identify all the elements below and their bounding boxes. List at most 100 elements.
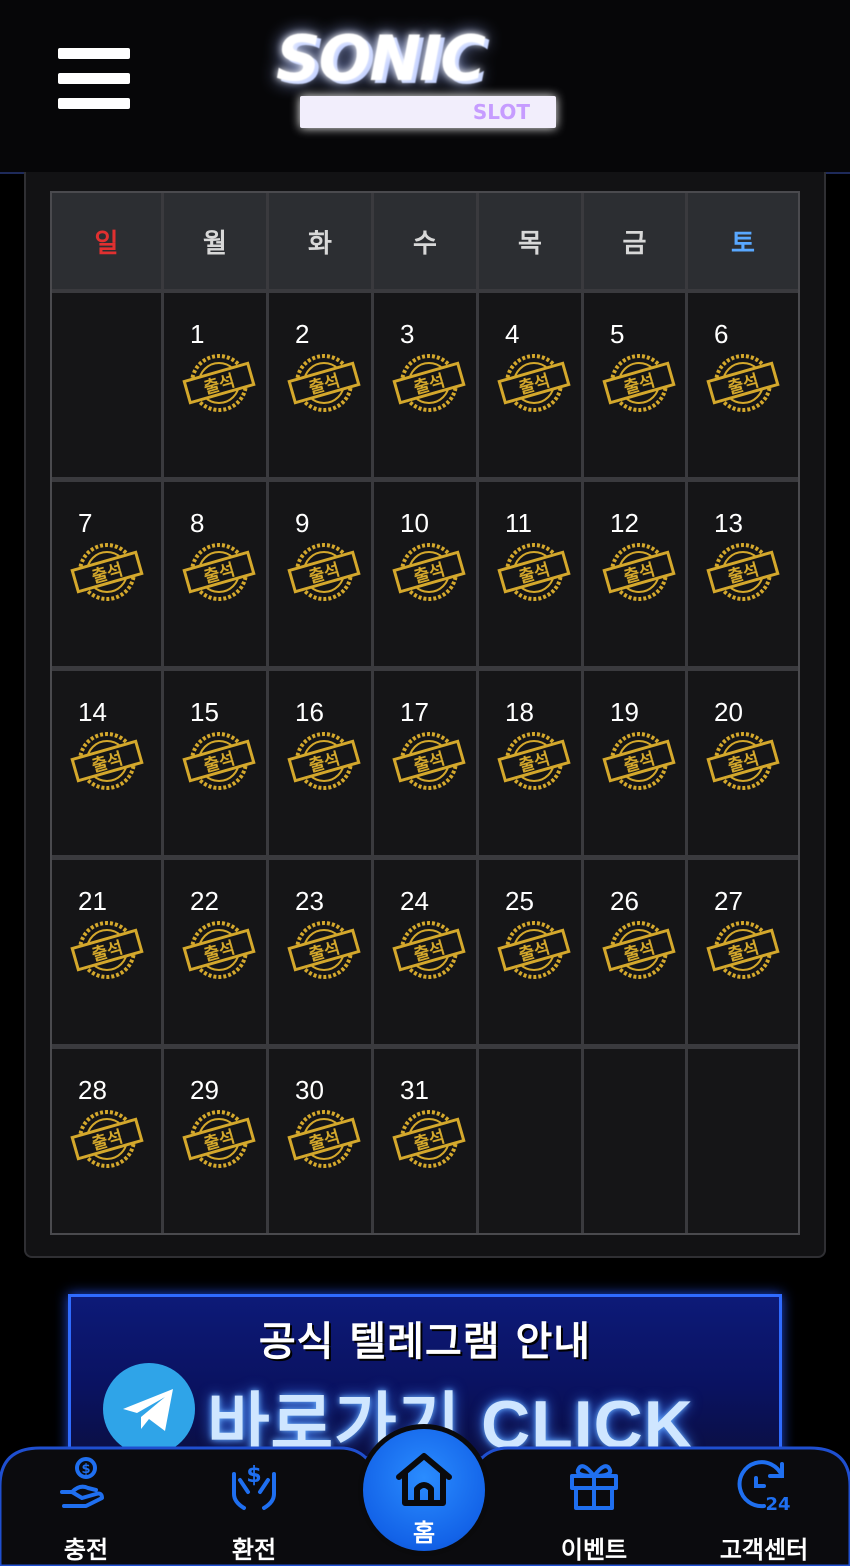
calendar-day-cell[interactable]: 18 출석 [479, 671, 581, 855]
day-number: 14 [78, 697, 107, 727]
attendance-stamp-icon: 출석 [70, 921, 144, 979]
withdraw-dollar-hands-icon: $ [232, 1463, 276, 1510]
calendar-day-cell[interactable]: 6 출석 [688, 293, 798, 477]
calendar-day-cell[interactable]: 4 출석 [479, 293, 581, 477]
calendar-day-cell[interactable]: 26 출석 [584, 860, 685, 1044]
day-number: 15 [190, 697, 219, 727]
day-number: 30 [295, 1075, 324, 1105]
day-number: 13 [714, 508, 743, 538]
calendar-day-cell[interactable]: 29 출석 [164, 1049, 266, 1233]
calendar-day-cell[interactable]: 8 출석 [164, 482, 266, 666]
day-number: 25 [505, 886, 534, 916]
attendance-stamp-icon: 출석 [287, 543, 361, 601]
calendar-day-cell[interactable]: 23 출석 [269, 860, 371, 1044]
attendance-stamp-icon: 출석 [392, 543, 466, 601]
calendar-day-cell[interactable]: 12 출석 [584, 482, 685, 666]
weekday-header: 월 [164, 193, 266, 289]
nav-home-button[interactable]: 홈 [358, 1424, 490, 1556]
attendance-stamp-icon: 출석 [706, 921, 780, 979]
attendance-stamp-icon: 출석 [287, 921, 361, 979]
day-number: 10 [400, 508, 429, 538]
calendar-day-cell[interactable]: 5 출석 [584, 293, 685, 477]
calendar-day-cell[interactable]: 22 출석 [164, 860, 266, 1044]
day-number: 9 [295, 508, 310, 538]
site-logo[interactable]: SONIC SLOT [276, 22, 580, 130]
calendar-day-cell[interactable]: 25 출석 [479, 860, 581, 1044]
calendar-day-cell[interactable]: 9 출석 [269, 482, 371, 666]
calendar-day-cell[interactable]: 13 출석 [688, 482, 798, 666]
calendar-day-cell[interactable]: 31 출석 [374, 1049, 476, 1233]
calendar-day-cell[interactable]: 3 출석 [374, 293, 476, 477]
attendance-stamp-icon: 출석 [182, 1110, 256, 1168]
calendar-day-cell[interactable]: 30 출석 [269, 1049, 371, 1233]
day-number: 6 [714, 319, 729, 349]
attendance-stamp-icon: 출석 [392, 921, 466, 979]
nav-deposit[interactable]: $ 충전 [16, 1446, 156, 1566]
nav-event-label: 이벤트 [560, 1536, 628, 1564]
day-number: 5 [610, 319, 625, 349]
nav-support-label: 고객센터 [719, 1536, 809, 1564]
top-header: SONIC SLOT [0, 0, 850, 174]
nav-withdraw[interactable]: $ 환전 [184, 1446, 324, 1566]
day-number: 7 [78, 508, 93, 538]
attendance-stamp-icon: 출석 [70, 543, 144, 601]
attendance-stamp-icon: 출석 [706, 354, 780, 412]
calendar-day-cell[interactable]: 28 출석 [52, 1049, 161, 1233]
day-number: 28 [78, 1075, 107, 1105]
day-number: 8 [190, 508, 205, 538]
day-number: 2 [295, 319, 310, 349]
weekday-header: 일 [52, 193, 161, 289]
weekday-header: 토 [688, 193, 798, 289]
day-number: 3 [400, 319, 415, 349]
calendar-empty-cell [688, 1049, 798, 1233]
calendar-day-cell[interactable]: 21 출석 [52, 860, 161, 1044]
logo-subtext: SLOT [300, 96, 556, 128]
attendance-stamp-icon: 출석 [70, 732, 144, 790]
nav-withdraw-label: 환전 [231, 1536, 277, 1564]
nav-support[interactable]: 24 고객센터 [694, 1446, 834, 1566]
calendar-day-cell[interactable]: 2 출석 [269, 293, 371, 477]
day-number: 16 [295, 697, 324, 727]
calendar-day-cell[interactable]: 10 출석 [374, 482, 476, 666]
logo-text: SONIC [276, 22, 486, 95]
calendar-day-cell[interactable]: 17 출석 [374, 671, 476, 855]
calendar-day-cell[interactable]: 14 출석 [52, 671, 161, 855]
calendar-empty-cell [479, 1049, 581, 1233]
calendar-day-cell[interactable]: 20 출석 [688, 671, 798, 855]
calendar-day-cell[interactable]: 27 출석 [688, 860, 798, 1044]
day-number: 17 [400, 697, 429, 727]
attendance-stamp-icon: 출석 [182, 921, 256, 979]
calendar-day-cell[interactable]: 16 출석 [269, 671, 371, 855]
calendar-day-cell[interactable]: 1 출석 [164, 293, 266, 477]
weekday-header: 목 [479, 193, 581, 289]
gift-icon [570, 1464, 618, 1510]
attendance-stamp-icon: 출석 [392, 732, 466, 790]
nav-event[interactable]: 이벤트 [524, 1446, 664, 1566]
day-number: 4 [505, 319, 520, 349]
calendar-day-cell[interactable]: 11 출석 [479, 482, 581, 666]
day-number: 20 [714, 697, 743, 727]
calendar-empty-cell [52, 293, 161, 477]
attendance-stamp-icon: 출석 [602, 732, 676, 790]
attendance-stamp-icon: 출석 [287, 732, 361, 790]
banner-title: 공식 텔레그램 안내 [258, 1319, 592, 1365]
weekday-header: 수 [374, 193, 476, 289]
home-icon [396, 1453, 452, 1506]
day-number: 22 [190, 886, 219, 916]
telegram-icon [103, 1363, 195, 1455]
day-number: 23 [295, 886, 324, 916]
calendar-day-cell[interactable]: 24 출석 [374, 860, 476, 1044]
weekday-header: 금 [584, 193, 685, 289]
attendance-stamp-icon: 출석 [497, 921, 571, 979]
attendance-stamp-icon: 출석 [497, 543, 571, 601]
day-number: 31 [400, 1075, 429, 1105]
day-number: 11 [505, 508, 532, 538]
day-number: 21 [78, 886, 107, 916]
hamburger-menu-icon[interactable] [58, 48, 130, 110]
calendar-day-cell[interactable]: 19 출석 [584, 671, 685, 855]
calendar-day-cell[interactable]: 7 출석 [52, 482, 161, 666]
nav-home-label: 홈 [412, 1519, 436, 1547]
calendar-day-cell[interactable]: 15 출석 [164, 671, 266, 855]
attendance-stamp-icon: 출석 [70, 1110, 144, 1168]
svg-text:$: $ [81, 1462, 90, 1477]
